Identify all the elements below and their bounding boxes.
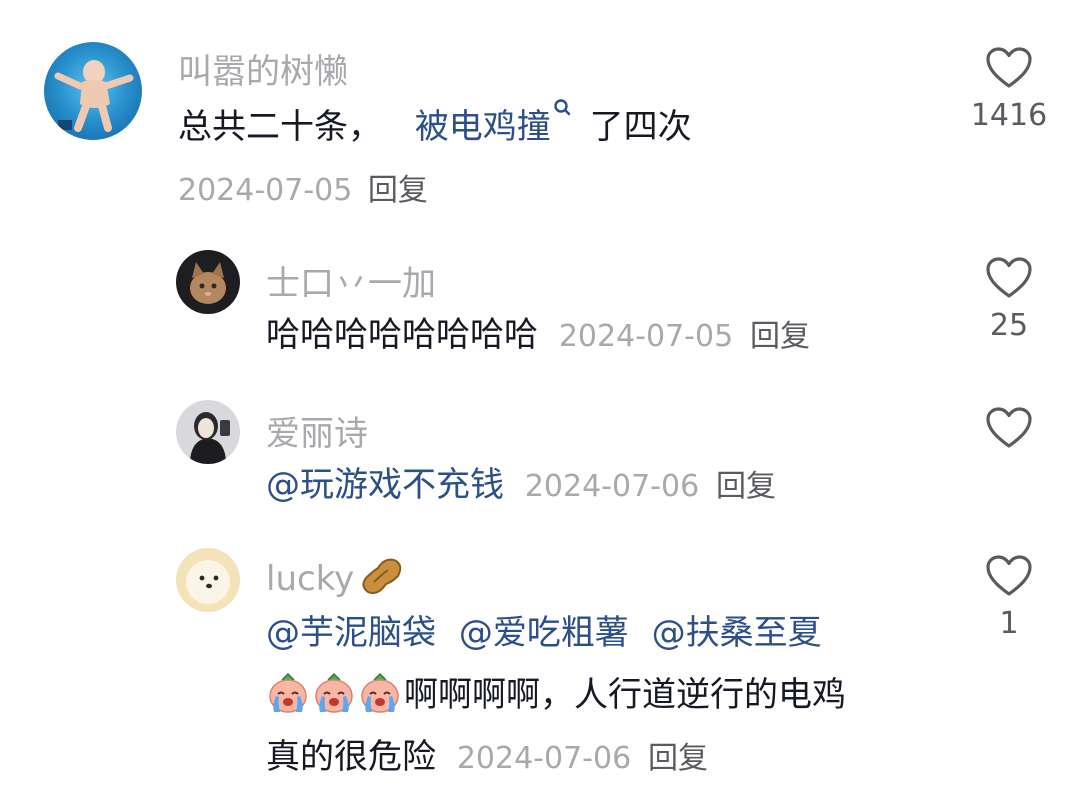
reply-button[interactable]: 回复 [648, 741, 708, 776]
cat-avatar [190, 262, 226, 304]
reply-username[interactable]: 士口丷一加 [266, 256, 436, 305]
reply-text: @玩游戏不充钱 2024-07-06 回复 [266, 454, 776, 518]
reply-text: 哈哈哈哈哈哈哈哈 2024-07-05 回复 [266, 304, 810, 368]
reply-text-content: 哈哈哈哈哈哈哈哈 [266, 315, 538, 355]
reply-date: 2024-07-06 [524, 469, 700, 504]
avatar[interactable] [44, 42, 142, 140]
reply-button[interactable]: 回复 [716, 469, 776, 504]
girl-avatar [190, 412, 230, 464]
crying-emoji-group [266, 672, 404, 715]
dog-avatar [186, 560, 230, 604]
peanut-emoji [362, 558, 402, 594]
baby-swimming-avatar [54, 60, 134, 132]
reply-date: 2024-07-06 [456, 741, 632, 776]
reply-item: 爱丽诗 @玩游戏不充钱 2024-07-06 回复 [0, 390, 1080, 530]
search-icon [554, 99, 571, 116]
avatar[interactable] [176, 548, 240, 612]
avatar[interactable] [176, 400, 240, 464]
comment-text-prefix: 总共二十条， [178, 107, 382, 147]
reply-date: 2024-07-05 [558, 319, 734, 354]
like-button[interactable]: 25 [964, 256, 1054, 343]
reply-text-line: 真的很危险 [266, 737, 436, 777]
like-count: 25 [989, 308, 1029, 343]
crying-face-emoji [315, 672, 353, 713]
mention-link[interactable]: @芋泥脑袋 [266, 613, 436, 653]
like-button[interactable] [964, 406, 1054, 458]
like-button[interactable]: 1 [964, 554, 1054, 641]
comment-date: 2024-07-05 [178, 173, 353, 208]
crying-face-emoji [361, 672, 399, 713]
heart-icon [986, 555, 1032, 596]
search-link[interactable]: 被电鸡撞 [415, 99, 582, 147]
comment-text: 总共二十条， 被电鸡撞 了四次 [178, 96, 692, 158]
heart-icon [986, 407, 1032, 448]
crying-face-emoji [269, 672, 307, 713]
reply-username[interactable]: 爱丽诗 [266, 406, 368, 455]
reply-item: lucky @芋泥脑袋 @爱吃粗薯 @扶桑至夏 啊啊啊啊，人行道逆行的电鸡 真的… [0, 538, 1080, 801]
comment-username[interactable]: 叫嚣的树懒 [178, 44, 348, 93]
like-button[interactable]: 1416 [964, 46, 1054, 133]
like-count: 1416 [970, 98, 1048, 133]
reply-username-text[interactable]: lucky [266, 559, 354, 599]
avatar[interactable] [176, 250, 240, 314]
reply-text: 啊啊啊啊，人行道逆行的电鸡 [266, 664, 846, 726]
mention-link[interactable]: @扶桑至夏 [652, 613, 822, 653]
reply-item: 士口丷一加 哈哈哈哈哈哈哈哈 2024-07-05 回复 25 [0, 240, 1080, 390]
reply-text: 真的很危险 2024-07-06 回复 [266, 726, 708, 790]
mention-link[interactable]: @玩游戏不充钱 [266, 465, 504, 505]
reply-text-line: 啊啊啊啊，人行道逆行的电鸡 [404, 675, 846, 715]
like-count: 1 [999, 606, 1019, 641]
reply-button[interactable]: 回复 [368, 173, 428, 208]
comment-text-suffix: 了四次 [589, 107, 692, 147]
comment-meta: 2024-07-05 回复 [178, 160, 428, 222]
search-link-text[interactable]: 被电鸡撞 [415, 107, 551, 147]
mention-link[interactable]: @爱吃粗薯 [459, 613, 629, 653]
heart-icon [986, 47, 1032, 88]
mention-line: @芋泥脑袋 @爱吃粗薯 @扶桑至夏 [266, 602, 822, 664]
reply-button[interactable]: 回复 [750, 319, 810, 354]
comment-item: 叫嚣的树懒 总共二十条， 被电鸡撞 了四次 2024-07-05 回复 1416 [0, 0, 1080, 220]
reply-username[interactable]: lucky [266, 554, 406, 599]
heart-icon [986, 257, 1032, 298]
